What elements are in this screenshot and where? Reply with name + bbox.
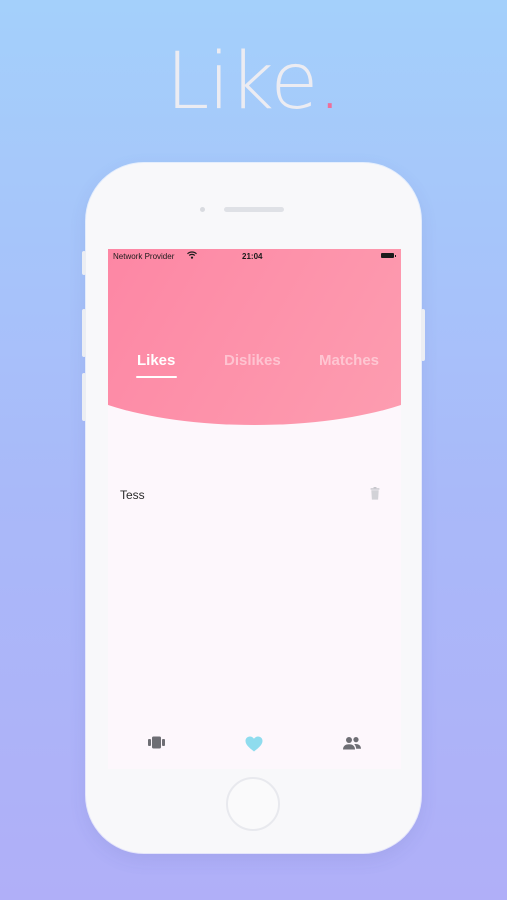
header-background (108, 249, 401, 425)
phone-power-button (421, 309, 425, 361)
carrier-label: Network Provider (113, 252, 175, 261)
tab-bar: Likes Dislikes Matches (108, 352, 401, 382)
earpiece-speaker (224, 207, 284, 212)
tab-dislikes[interactable]: Dislikes (224, 352, 281, 369)
headline: Like. (0, 34, 507, 130)
trash-icon[interactable] (370, 487, 380, 505)
battery-icon (381, 253, 396, 258)
phone-volume-up (82, 309, 86, 357)
app-screen: Network Provider 21:04 Likes Dislikes Ma… (108, 249, 401, 769)
status-time: 21:04 (242, 252, 263, 261)
bottom-navigation (108, 731, 401, 761)
status-bar: Network Provider 21:04 (108, 249, 401, 263)
home-button[interactable] (226, 777, 280, 831)
wifi-icon (187, 251, 197, 261)
list-item[interactable]: Tess (108, 481, 401, 511)
cards-icon[interactable] (148, 736, 165, 754)
headline-dot: . (317, 37, 342, 127)
headline-word: Like (165, 37, 319, 127)
phone-side-button (82, 251, 86, 275)
liked-user-name: Tess (120, 488, 145, 502)
front-camera (200, 207, 205, 212)
phone-volume-down (82, 373, 86, 421)
people-icon[interactable] (342, 736, 362, 755)
tab-matches[interactable]: Matches (319, 352, 379, 369)
active-tab-indicator (136, 376, 177, 378)
heart-icon[interactable] (245, 736, 263, 757)
tab-likes[interactable]: Likes (137, 352, 175, 369)
